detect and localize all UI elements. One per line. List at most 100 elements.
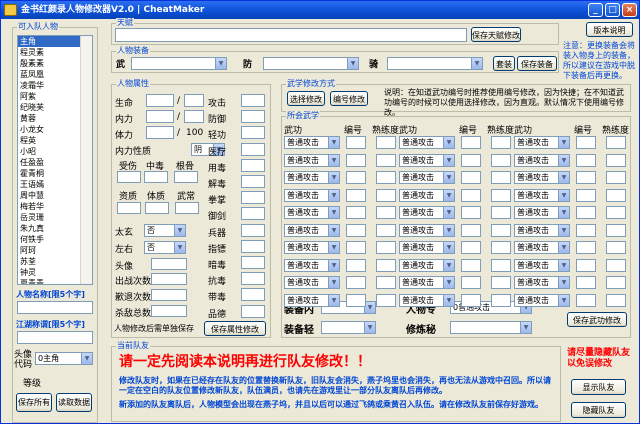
attr-input[interactable]: [184, 94, 204, 107]
attr-input[interactable]: [146, 94, 174, 107]
skill-code-input[interactable]: [461, 293, 481, 307]
skill-level-input[interactable]: [376, 276, 396, 289]
skill-level-input[interactable]: [606, 136, 626, 149]
attr-input[interactable]: [146, 110, 174, 123]
attr-input[interactable]: [144, 171, 168, 183]
stat-input[interactable]: [241, 256, 265, 269]
skill-level-input[interactable]: [606, 171, 626, 184]
attr-input[interactable]: [151, 273, 187, 285]
skill-code-input[interactable]: [346, 136, 366, 149]
skill-select[interactable]: 普通攻击 ▼: [399, 241, 455, 254]
skill-code-input[interactable]: [461, 258, 481, 272]
hide-party-button[interactable]: 隐藏队友: [571, 402, 626, 418]
skill-select[interactable]: 普通攻击 ▼: [514, 188, 570, 202]
skill-select[interactable]: 普通攻击 ▼: [514, 136, 570, 149]
select-mode-button[interactable]: 选择修改: [287, 91, 325, 106]
skill-code-input[interactable]: [461, 171, 481, 184]
skill-level-input[interactable]: [491, 293, 511, 307]
skill-code-input[interactable]: [461, 241, 481, 254]
save-skills-button[interactable]: 保存武功修改: [567, 312, 627, 327]
skill-level-input[interactable]: [376, 171, 396, 184]
attr-select[interactable]: 否 ▼: [144, 224, 186, 237]
alias-input[interactable]: [17, 331, 93, 344]
skill-level-input[interactable]: [491, 188, 511, 202]
maximize-button[interactable]: □: [605, 3, 620, 17]
attr-input[interactable]: [146, 126, 174, 139]
skill-code-input[interactable]: [576, 258, 596, 272]
stat-input[interactable]: [241, 288, 265, 302]
skill-code-input[interactable]: [576, 276, 596, 289]
skill-select[interactable]: 普通攻击 ▼: [399, 171, 455, 184]
skill-level-input[interactable]: [491, 206, 511, 219]
practice-select[interactable]: ▼: [450, 321, 532, 334]
stat-input[interactable]: [241, 304, 265, 318]
skill-level-input[interactable]: [376, 136, 396, 149]
skill-select[interactable]: 普通攻击 ▼: [284, 258, 340, 272]
mount-select[interactable]: ▼: [387, 57, 483, 70]
skill-code-input[interactable]: [576, 293, 596, 307]
skill-code-input[interactable]: [576, 136, 596, 149]
skill-select[interactable]: 普通攻击 ▼: [514, 241, 570, 254]
skill-select[interactable]: 普通攻击 ▼: [399, 276, 455, 289]
skill-code-input[interactable]: [461, 188, 481, 202]
skill-select[interactable]: 普通攻击 ▼: [284, 223, 340, 237]
skill-level-input[interactable]: [376, 241, 396, 254]
skill-code-input[interactable]: [576, 241, 596, 254]
skill-level-input[interactable]: [606, 241, 626, 254]
skill-level-input[interactable]: [376, 258, 396, 272]
skill-level-input[interactable]: [606, 293, 626, 307]
skill-code-input[interactable]: [461, 153, 481, 167]
skill-select[interactable]: 普通攻击 ▼: [514, 258, 570, 272]
talent-input[interactable]: [115, 28, 467, 42]
stat-input[interactable]: [241, 239, 265, 253]
skill-level-input[interactable]: [606, 188, 626, 202]
stat-input[interactable]: [241, 142, 265, 156]
attr-input[interactable]: [117, 171, 141, 183]
read-data-button[interactable]: 读取数据: [56, 393, 92, 412]
skill-code-input[interactable]: [461, 136, 481, 149]
skill-code-input[interactable]: [346, 223, 366, 237]
skill-select[interactable]: 普通攻击 ▼: [399, 206, 455, 219]
skill-select[interactable]: 普通攻击 ▼: [514, 276, 570, 289]
save-equipment-button[interactable]: 保存装备: [517, 56, 557, 71]
skill-code-input[interactable]: [576, 171, 596, 184]
attr-input[interactable]: [151, 305, 187, 317]
list-scrollbar[interactable]: [80, 36, 92, 284]
stat-input[interactable]: [241, 207, 265, 221]
stat-input[interactable]: [241, 272, 265, 286]
stat-input[interactable]: [241, 191, 265, 205]
skill-level-input[interactable]: [491, 258, 511, 272]
skill-code-input[interactable]: [576, 223, 596, 237]
version-button[interactable]: 版本说明: [586, 22, 633, 37]
skill-select[interactable]: 普通攻击 ▼: [284, 206, 340, 219]
skill-level-input[interactable]: [376, 188, 396, 202]
skill-code-input[interactable]: [346, 206, 366, 219]
skill-code-input[interactable]: [461, 206, 481, 219]
skill-select[interactable]: 普通攻击 ▼: [514, 223, 570, 237]
skill-select[interactable]: 普通攻击 ▼: [284, 136, 340, 149]
skill-level-input[interactable]: [606, 153, 626, 167]
skill-select[interactable]: 普通攻击 ▼: [399, 153, 455, 167]
attr-input[interactable]: [145, 202, 169, 214]
attr-input[interactable]: [175, 202, 199, 214]
code-mode-button[interactable]: 编号修改: [330, 91, 368, 106]
save-attributes-button[interactable]: 保存属性修改: [204, 321, 266, 336]
skill-code-input[interactable]: [346, 276, 366, 289]
attr-input[interactable]: [151, 258, 187, 270]
skill-level-input[interactable]: [491, 276, 511, 289]
skill-select[interactable]: 普通攻击 ▼: [514, 206, 570, 219]
show-party-button[interactable]: 显示队友: [571, 379, 626, 395]
skill-code-input[interactable]: [346, 293, 366, 307]
skill-code-input[interactable]: [461, 223, 481, 237]
skill-code-input[interactable]: [346, 241, 366, 254]
stat-input[interactable]: [241, 94, 265, 107]
skill-code-input[interactable]: [576, 188, 596, 202]
armor-select[interactable]: ▼: [263, 57, 359, 70]
skill-select[interactable]: 普通攻击 ▼: [284, 293, 340, 307]
attr-input[interactable]: [174, 171, 198, 183]
skill-level-input[interactable]: [606, 223, 626, 237]
skill-level-input[interactable]: [376, 293, 396, 307]
skill-select[interactable]: 普通攻击 ▼: [399, 258, 455, 272]
skill-code-input[interactable]: [346, 188, 366, 202]
skill-code-input[interactable]: [576, 153, 596, 167]
